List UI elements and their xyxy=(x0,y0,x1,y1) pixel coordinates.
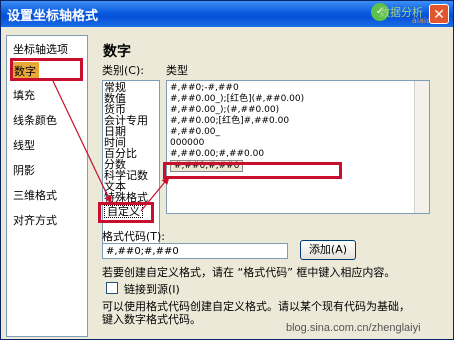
panel-title: 数字 xyxy=(103,44,131,60)
type-item[interactable]: 000000 xyxy=(170,138,204,148)
type-item[interactable]: #,##0.00_);(#,##0.00) xyxy=(170,105,279,115)
close-button[interactable]: ✕ xyxy=(429,4,449,24)
type-item[interactable]: #,##0.00_);[红色](#,##0.00) xyxy=(170,94,304,104)
category-label: 类别(C): xyxy=(102,64,144,77)
type-item[interactable]: #,##0.00;#,##0.00 xyxy=(170,149,264,159)
format-code-input[interactable]: #,##0;#,##0 xyxy=(102,243,288,259)
type-list[interactable]: #,##0;-#,##0 #,##0.00_);[红色](#,##0.00) #… xyxy=(166,80,430,214)
description-line-2: 键入数字格式代码。 xyxy=(102,313,201,326)
site-watermark: blog.sina.com.cn/zhenglaiyi xyxy=(286,322,421,334)
format-axis-dialog: 设置坐标轴格式 ✓ 数据分析 aiaia ✕ 坐标轴选项 数字 填充 线条颜色 … xyxy=(0,0,454,340)
sidebar-item-alignment[interactable]: 对齐方式 xyxy=(13,212,57,228)
add-button[interactable]: 添加(A) xyxy=(300,240,356,260)
link-to-source-label[interactable]: 链接到源(I) xyxy=(124,281,180,297)
sidebar-item-fill[interactable]: 填充 xyxy=(13,87,35,103)
number-panel: 数字 类别(C): 类型 常规 数值 货币 会计专用 日期 时间 百分比 分数 … xyxy=(94,35,448,335)
format-code-label: 格式代码(T): xyxy=(102,230,166,243)
highlight-box-type xyxy=(163,162,342,179)
sidebar-item-3d-format[interactable]: 三维格式 xyxy=(13,187,57,203)
type-label: 类型 xyxy=(166,64,188,77)
category-list[interactable]: 常规 数值 货币 会计专用 日期 时间 百分比 分数 科学记数 文本 特殊格式 … xyxy=(102,80,160,252)
highlight-box-number xyxy=(10,58,83,81)
help-text: 若要创建自定义格式，请在 “格式代码” 框中键入相应内容。 xyxy=(102,266,396,279)
type-item[interactable]: #,##0;-#,##0 xyxy=(170,83,239,93)
close-icon: ✕ xyxy=(433,7,445,23)
link-to-source-checkbox[interactable] xyxy=(106,282,118,294)
sidebar-item-shadow[interactable]: 阴影 xyxy=(13,162,35,178)
sidebar-item-axis-options[interactable]: 坐标轴选项 xyxy=(13,41,68,57)
highlight-box-custom xyxy=(98,202,154,223)
type-item[interactable]: #,##0.00_ xyxy=(170,127,220,137)
sidebar-item-line-color[interactable]: 线条颜色 xyxy=(13,112,57,128)
titlebar: 设置坐标轴格式 ✓ 数据分析 aiaia ✕ xyxy=(1,1,453,27)
dialog-title: 设置坐标轴格式 xyxy=(7,9,99,24)
type-list-scrollbar[interactable] xyxy=(414,81,429,213)
sidebar-item-line-style[interactable]: 线型 xyxy=(13,137,35,153)
type-item[interactable]: #,##0.00;[红色]#,##0.00 xyxy=(170,116,289,126)
